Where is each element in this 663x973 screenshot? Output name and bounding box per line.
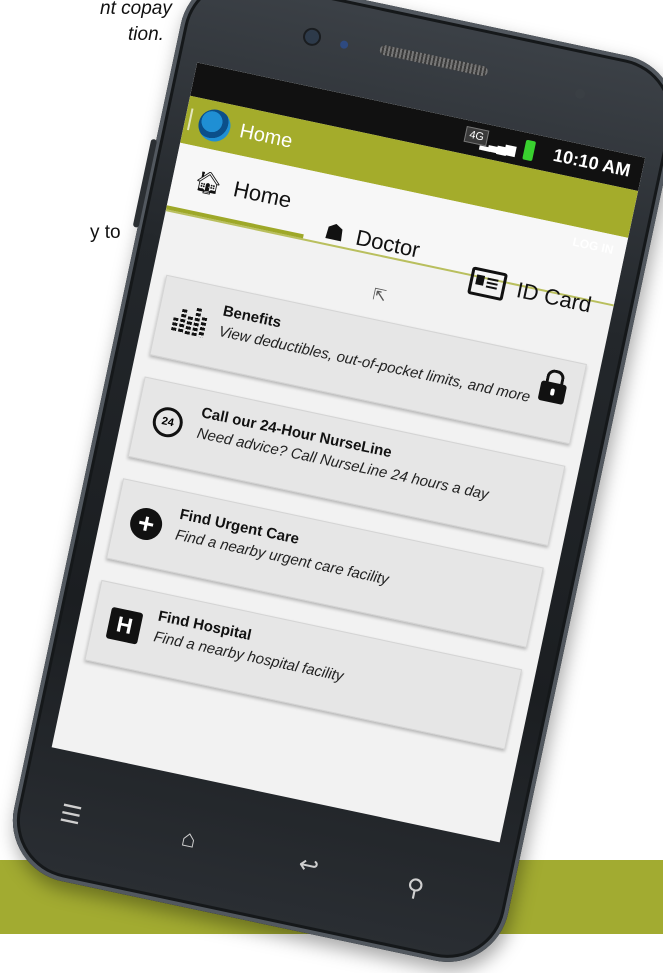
battery-icon [522,139,537,162]
tab-label: Doctor [353,224,423,263]
search-key-icon[interactable]: ⚲ [403,872,427,904]
app-logo[interactable] [195,106,234,145]
login-link[interactable]: LOG IN [571,235,614,257]
plus-circle-icon: + [124,501,169,546]
phone-24-icon: 24 [145,400,190,445]
caption-line-2: tion. [128,24,164,45]
phone-screen: 4G ▂▃▄▅ 10:10 AM Home 🏠︎ Home ☗ Doctor I… [51,62,646,843]
mouse-cursor-icon: ⇱ [371,286,388,306]
hospital-icon: H [102,603,147,648]
menu-list: Benefits View deductibles, out-of-pocket… [80,274,587,771]
lock-icon [537,380,568,406]
home-key-icon[interactable]: ⌂ [179,825,199,855]
phone: 4G ▂▃▄▅ 10:10 AM Home 🏠︎ Home ☗ Doctor I… [1,0,663,973]
tab-id-card[interactable]: ID Card [463,247,598,339]
signal-icon: ▂▃▄▅ [479,133,516,157]
menu-key-icon[interactable]: ☰ [57,799,84,832]
list-item-description: Find a nearby hospital facility [152,628,345,686]
tab-label: Home [231,176,294,213]
id-card-icon [467,266,509,302]
home-icon: 🏠︎ [192,167,225,199]
caption-fragment: y to [90,222,121,243]
doctor-icon: ☗ [322,218,348,247]
back-key-icon[interactable]: ↩ [296,849,322,882]
list-item-description: Find a nearby urgent care facility [173,526,391,589]
tab-doctor[interactable]: ☗ Doctor [318,197,427,284]
app-title: Home [237,120,295,153]
caption-line-1: nt copay [100,0,172,19]
drawer-indicator-icon[interactable] [186,108,198,132]
benefits-bars-icon [167,298,212,343]
list-item-description: View deductibles, out-of-pocket limits, … [216,323,532,406]
tab-label: ID Card [514,277,594,318]
